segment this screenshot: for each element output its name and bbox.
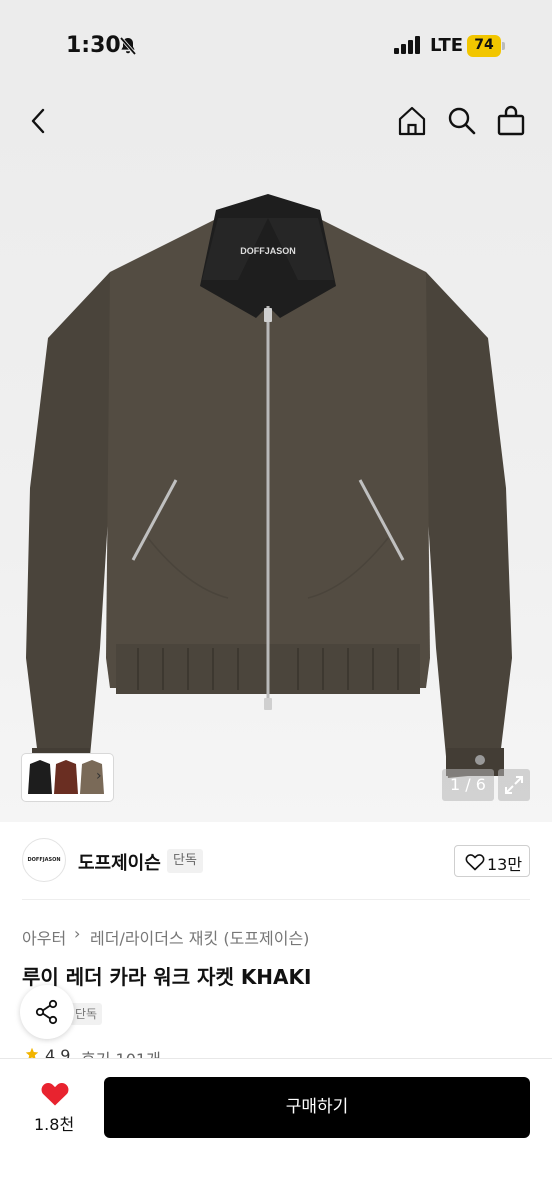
jacket-brand-label: DOFFJASON <box>240 246 296 256</box>
brand-name[interactable]: 도프제이슨 <box>78 849 161 875</box>
breadcrumb-category[interactable]: 아우터 <box>22 925 66 949</box>
image-counter: 1 / 6 <box>442 769 494 801</box>
status-time: 1:30 <box>66 33 121 58</box>
product-image-gallery[interactable]: DOFFJASON › 1 / 6 <box>0 92 552 822</box>
chevron-right-icon[interactable]: › <box>96 768 102 784</box>
brand-logo[interactable]: DOFFJASON <box>22 838 66 882</box>
divider <box>22 899 530 900</box>
share-icon <box>35 999 58 1025</box>
shopping-bag-icon[interactable] <box>495 104 527 138</box>
search-icon[interactable] <box>446 104 478 138</box>
product-title: 루이 레더 카라 워크 자켓 KHAKI <box>22 965 312 989</box>
signal-bars-icon <box>394 36 420 54</box>
buy-button[interactable]: 구매하기 <box>104 1077 530 1138</box>
heart-outline-icon <box>465 854 485 871</box>
network-label: LTE <box>430 35 464 56</box>
share-button[interactable] <box>20 985 74 1039</box>
exclusive-badge: 단독 <box>167 849 203 873</box>
status-bar: 1:30 LTE 74 <box>0 0 552 92</box>
battery-level: 74 <box>474 37 494 53</box>
bottom-action-bar: 1.8천 구매하기 <box>0 1058 552 1200</box>
breadcrumb-subcategory[interactable]: 레더/라이더스 재킷 (도프제이슨) <box>90 925 309 949</box>
chevron-left-icon[interactable] <box>24 104 54 138</box>
chevron-right-icon: › <box>74 924 81 943</box>
like-count: 13만 <box>487 855 523 874</box>
home-icon[interactable] <box>396 104 428 138</box>
bell-slash-icon <box>119 36 137 56</box>
product-photo[interactable]: DOFFJASON <box>18 188 518 798</box>
expand-icon[interactable] <box>498 769 530 801</box>
exclusive-badge-small: 단독 <box>70 1003 103 1025</box>
wish-count: 1.8천 <box>34 1115 75 1134</box>
battery-indicator: 74 <box>467 35 505 57</box>
heart-filled-icon[interactable] <box>40 1081 70 1107</box>
battery-tip <box>502 42 505 50</box>
like-button[interactable]: 13만 <box>454 845 530 877</box>
